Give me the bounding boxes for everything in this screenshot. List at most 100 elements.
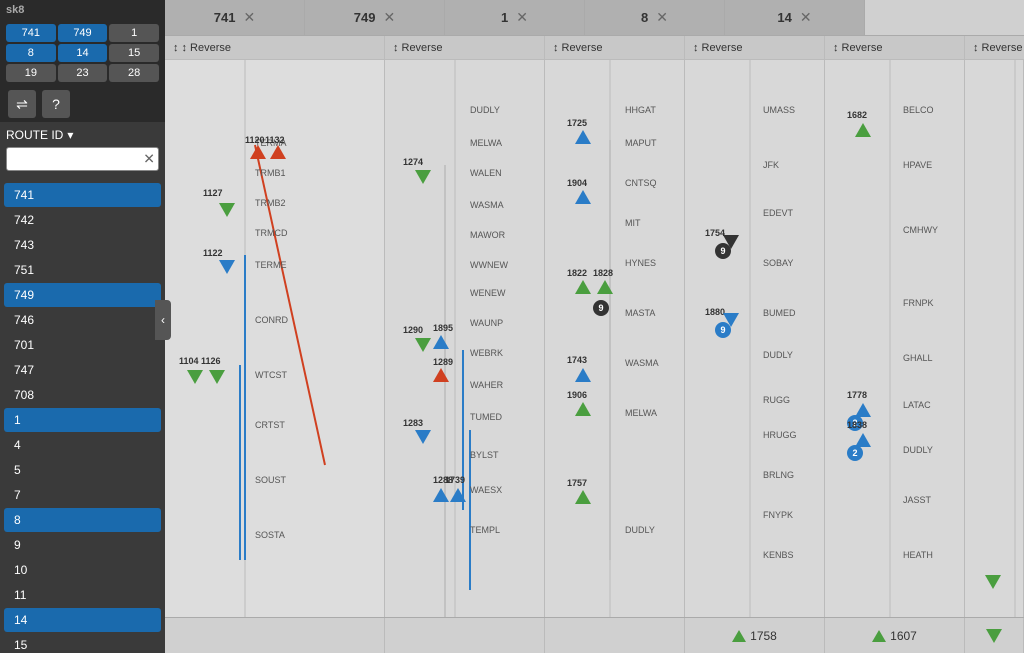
tab-close-14[interactable]: ✕ xyxy=(800,9,812,26)
route-item-742[interactable]: 742 xyxy=(4,208,161,232)
reverse-cell-1[interactable]: ↕ Reverse xyxy=(545,36,685,59)
train-1743[interactable] xyxy=(575,368,591,382)
route-item-749[interactable]: 749 xyxy=(4,283,161,307)
tab-1[interactable]: 1 ✕ xyxy=(445,0,585,35)
train-1132[interactable] xyxy=(270,145,286,159)
station-14-GHALL: GHALL xyxy=(903,353,933,363)
route-item-701[interactable]: 701 xyxy=(4,333,161,357)
train-1122[interactable] xyxy=(219,260,235,274)
reverse-cell-8[interactable]: ↕ Reverse xyxy=(685,36,825,59)
help-icon-btn[interactable]: ? xyxy=(42,90,70,118)
station-14-FRNPK: FRNPK xyxy=(903,298,934,308)
route-item-741[interactable]: 741 xyxy=(4,183,161,207)
train-1274[interactable] xyxy=(415,170,431,184)
tab-label-8: 8 xyxy=(641,10,648,25)
train-1283[interactable] xyxy=(415,430,431,444)
train-label-1120: 1120 xyxy=(245,135,265,145)
train-1725[interactable] xyxy=(575,130,591,144)
badge-1828: 9 xyxy=(593,300,609,316)
train-1895[interactable] xyxy=(433,335,449,349)
train-1828[interactable] xyxy=(597,280,613,294)
top-btn-23[interactable]: 23 xyxy=(58,64,108,82)
station-749-WASMA: WASMA xyxy=(470,200,504,210)
reverse-cell-741[interactable]: ↕ ↕ Reverse xyxy=(165,36,385,59)
top-btn-8[interactable]: 8 xyxy=(6,44,56,62)
route-item-7[interactable]: 7 xyxy=(4,483,161,507)
collapse-sidebar-button[interactable]: ‹ xyxy=(155,300,171,340)
train-1127[interactable] xyxy=(219,203,235,217)
tab-close-741[interactable]: ✕ xyxy=(243,9,255,26)
train-1289[interactable] xyxy=(433,368,449,382)
train-1126[interactable] xyxy=(209,370,225,384)
route-item-751[interactable]: 751 xyxy=(4,258,161,282)
station-749-WALEN: WALEN xyxy=(470,168,502,178)
top-btn-14[interactable]: 14 xyxy=(58,44,108,62)
station-741-SOUST: SOUST xyxy=(255,475,286,485)
route-item-8[interactable]: 8 xyxy=(4,508,161,532)
train-label-1904: 1904 xyxy=(567,178,587,188)
route-item-747[interactable]: 747 xyxy=(4,358,161,382)
tab-close-1[interactable]: ✕ xyxy=(516,9,528,26)
tab-741[interactable]: 741 ✕ xyxy=(165,0,305,35)
route-item-11[interactable]: 11 xyxy=(4,583,161,607)
tab-14[interactable]: 14 ✕ xyxy=(725,0,865,35)
top-btn-19[interactable]: 19 xyxy=(6,64,56,82)
bottom-cell-extra xyxy=(965,618,1024,653)
search-input[interactable] xyxy=(6,147,159,171)
train-1906[interactable] xyxy=(575,402,591,416)
reverse-cell-14[interactable]: ↕ Reverse xyxy=(825,36,965,59)
top-btn-749[interactable]: 749 xyxy=(58,24,108,42)
route-item-15[interactable]: 15 xyxy=(4,633,161,653)
station-1-CNTSQ: CNTSQ xyxy=(625,178,657,188)
top-btn-28[interactable]: 28 xyxy=(109,64,159,82)
route-item-5[interactable]: 5 xyxy=(4,458,161,482)
station-14-CMHWY: CMHWY xyxy=(903,225,938,235)
station-8-BRLNG: BRLNG xyxy=(763,470,794,480)
badge-1838: 2 xyxy=(847,445,863,461)
train-1290[interactable] xyxy=(415,338,431,352)
route-item-4[interactable]: 4 xyxy=(4,433,161,457)
route-item-1[interactable]: 1 xyxy=(4,408,161,432)
route-item-746[interactable]: 746 xyxy=(4,308,161,332)
top-btn-15[interactable]: 15 xyxy=(109,44,159,62)
reverse-cell-749[interactable]: ↕ Reverse xyxy=(385,36,545,59)
filter-label-row[interactable]: ROUTE ID ▾ xyxy=(6,128,159,142)
station-741-SOSTA: SOSTA xyxy=(255,530,285,540)
compare-icon-btn[interactable]: ⇌ xyxy=(8,90,36,118)
station-749-BYLST: BYLST xyxy=(470,450,499,460)
station-8-KENBS: KENBS xyxy=(763,550,794,560)
train-1120[interactable] xyxy=(250,145,266,159)
route-column-741: TERMA TRMB1 TRMB2 TRMCD TERME CONRD WTCS… xyxy=(165,60,385,617)
station-8-SOBAY: SOBAY xyxy=(763,258,793,268)
search-clear-icon[interactable]: ✕ xyxy=(143,151,155,168)
train-1822[interactable] xyxy=(575,280,591,294)
route-item-14[interactable]: 14 xyxy=(4,608,161,632)
route-item-708[interactable]: 708 xyxy=(4,383,161,407)
route-item-9[interactable]: 9 xyxy=(4,533,161,557)
train-1904[interactable] xyxy=(575,190,591,204)
tab-749[interactable]: 749 ✕ xyxy=(305,0,445,35)
top-btn-741[interactable]: 741 xyxy=(6,24,56,42)
reverse-cell-extra[interactable]: ↕ Reverse xyxy=(965,36,1024,59)
train-1104[interactable] xyxy=(187,370,203,384)
top-btn-1[interactable]: 1 xyxy=(109,24,159,42)
train-1757[interactable] xyxy=(575,490,591,504)
train-1288[interactable] xyxy=(433,488,449,502)
train-1682[interactable] xyxy=(855,123,871,137)
train-label-1895: 1895 xyxy=(433,323,453,333)
reverse-icon-8: ↕ xyxy=(693,42,699,54)
tab-close-749[interactable]: ✕ xyxy=(383,9,395,26)
train-label-1290: 1290 xyxy=(403,325,423,335)
route-item-10[interactable]: 10 xyxy=(4,558,161,582)
train-1754[interactable] xyxy=(723,235,739,249)
route-column-8: UMASS JFK EDEVT SOBAY BUMED DUDLY RUGG H… xyxy=(685,60,825,617)
station-8-FNYPK: FNYPK xyxy=(763,510,793,520)
tab-close-8[interactable]: ✕ xyxy=(656,9,668,26)
station-749-WAESX: WAESX xyxy=(470,485,502,495)
route-item-743[interactable]: 743 xyxy=(4,233,161,257)
station-8-RUGG: RUGG xyxy=(763,395,790,405)
tab-8[interactable]: 8 ✕ xyxy=(585,0,725,35)
train-1739[interactable] xyxy=(450,488,466,502)
train-1880[interactable] xyxy=(723,313,739,327)
train-label-1283: 1283 xyxy=(403,418,423,428)
